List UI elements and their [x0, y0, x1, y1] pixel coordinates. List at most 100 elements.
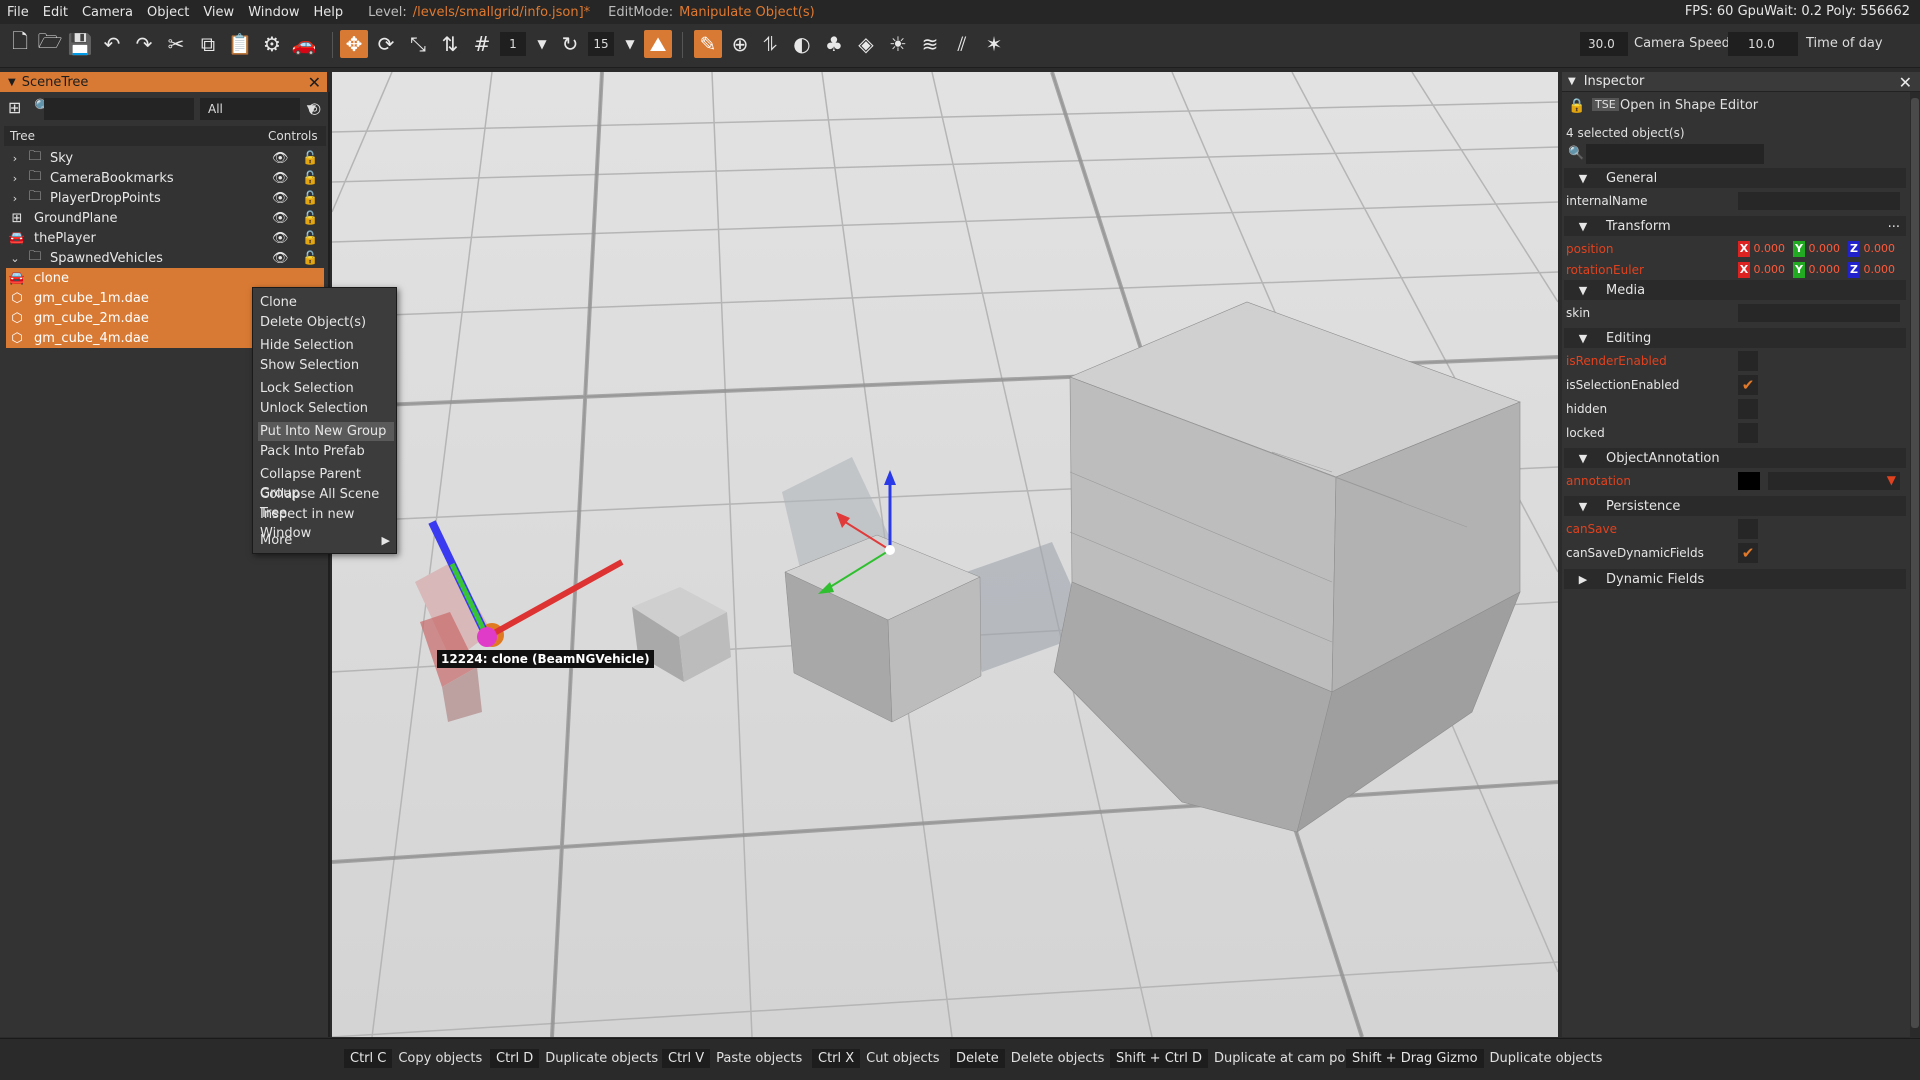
annotation-dropdown[interactable]: ▼ — [1768, 472, 1900, 490]
position-y[interactable]: Y 0.000 — [1793, 241, 1840, 257]
cansave-checkbox[interactable] — [1738, 519, 1758, 539]
settings-gear-icon[interactable]: ⚙ — [258, 30, 286, 58]
section-persistence[interactable]: ▼ Persistence — [1564, 496, 1906, 516]
lock-icon[interactable]: 🔓 — [302, 211, 318, 226]
chevron-down-icon[interactable]: ▼ — [528, 30, 556, 58]
eye-icon[interactable]: 👁 — [272, 191, 289, 206]
vehicle-icon[interactable]: 🚗 — [290, 30, 318, 58]
tree-item-sky[interactable]: › 🗀 Sky 👁 🔓 — [6, 148, 324, 168]
expand-arrow-icon[interactable]: › — [6, 172, 24, 185]
expand-arrow-icon[interactable]: › — [6, 152, 24, 165]
copy-icon[interactable]: ⧉ — [194, 30, 222, 58]
rotation-y[interactable]: Y 0.000 — [1793, 262, 1840, 278]
inspector-scrollbar[interactable] — [1910, 92, 1920, 1037]
translate-gizmo-icon[interactable]: ✥ — [340, 30, 368, 58]
rotation-z[interactable]: Z 0.000 — [1848, 262, 1895, 278]
scenetree-filter-select[interactable]: All ▼ — [200, 98, 316, 120]
pencil-icon[interactable]: ✎ — [694, 30, 722, 58]
scenetree-search-input[interactable] — [44, 98, 194, 120]
close-icon[interactable]: ✕ — [1899, 73, 1912, 92]
eye-icon[interactable]: 👁 — [272, 251, 289, 266]
add-object-icon[interactable]: ⊕ — [726, 30, 754, 58]
collapse-triangle-icon[interactable]: ▼ — [8, 77, 16, 88]
radar-icon[interactable]: ◎ — [308, 99, 321, 117]
scenetree-header[interactable]: ▼ SceneTree ✕ — [0, 72, 327, 92]
cansavedynamicfields-checkbox[interactable]: ✔ — [1738, 543, 1758, 563]
3d-viewport[interactable]: 12224: clone (BeamNGVehicle) — [332, 72, 1558, 1037]
tree-item-clone[interactable]: 🚘 clone — [6, 268, 324, 288]
annotation-color-swatch[interactable] — [1738, 472, 1760, 490]
menu-camera[interactable]: Camera — [75, 5, 140, 20]
menu-unlock-selection[interactable]: Unlock Selection — [258, 399, 394, 418]
navmesh-icon[interactable]: ✶ — [980, 30, 1008, 58]
tree-item-theplayer[interactable]: 🚘 thePlayer 👁 🔓 — [6, 228, 324, 248]
menu-pack-into-prefab[interactable]: Pack Into Prefab — [258, 442, 394, 461]
section-dynamic-fields[interactable]: ▶ Dynamic Fields — [1564, 569, 1906, 589]
eye-icon[interactable]: 👁 — [272, 231, 289, 246]
menu-inspect-new-window[interactable]: Inspect in new Window — [258, 505, 394, 541]
save-icon[interactable]: 💾 — [66, 30, 94, 58]
undo-icon[interactable]: ↶ — [98, 30, 126, 58]
rotate-gizmo-icon[interactable]: ⟳ — [372, 30, 400, 58]
expand-arrow-icon[interactable]: › — [6, 192, 24, 205]
menu-object[interactable]: Object — [140, 5, 196, 20]
camera-speed-field[interactable]: 30.0 — [1580, 32, 1628, 56]
rotation-x[interactable]: X 0.000 — [1738, 262, 1785, 278]
add-group-icon[interactable]: ⊞ — [8, 98, 21, 117]
road-tool-icon[interactable]: ⥮ — [756, 30, 784, 58]
inspector-search-input[interactable] — [1586, 144, 1764, 164]
ellipsis-button[interactable]: ... — [1888, 216, 1900, 231]
menu-help[interactable]: Help — [306, 5, 350, 20]
open-folder-icon[interactable]: 🗁 — [36, 29, 64, 58]
isrenderenabled-checkbox[interactable] — [1738, 351, 1758, 371]
cut-icon[interactable]: ✂ — [162, 30, 190, 58]
open-shape-editor-button[interactable]: Open in Shape Editor — [1620, 98, 1758, 113]
inspector-header[interactable]: ▼ Inspector ✕ — [1562, 72, 1920, 92]
terrain-snap-icon[interactable]: ⛰ — [644, 30, 672, 58]
lock-icon[interactable]: 🔓 — [302, 231, 318, 246]
menu-lock-selection[interactable]: Lock Selection — [258, 379, 394, 398]
align-icon[interactable]: ⇅ — [436, 30, 464, 58]
tree-item-camerabookmarks[interactable]: › 🗀 CameraBookmarks 👁 🔓 — [6, 168, 324, 188]
menu-show-selection[interactable]: Show Selection — [258, 356, 394, 375]
section-media[interactable]: ▼ Media — [1564, 280, 1906, 300]
menu-view[interactable]: View — [196, 5, 241, 20]
redo-icon[interactable]: ↷ — [130, 30, 158, 58]
locked-checkbox[interactable] — [1738, 423, 1758, 443]
lock-icon[interactable]: 🔓 — [302, 191, 318, 206]
menu-window[interactable]: Window — [241, 5, 306, 20]
collapse-triangle-icon[interactable]: ▼ — [1568, 76, 1576, 87]
shape-editor-icon[interactable]: TSE — [1592, 98, 1619, 111]
forest-icon[interactable]: ♣ — [820, 30, 848, 58]
menu-more[interactable]: More ▶ — [258, 531, 394, 550]
tree-item-groundplane[interactable]: ⊞ GroundPlane 👁 🔓 — [6, 208, 324, 228]
section-transform[interactable]: ▼ Transform ... — [1564, 216, 1906, 236]
isselectionenabled-checkbox[interactable]: ✔ — [1738, 375, 1758, 395]
river-icon[interactable]: ≋ — [916, 30, 944, 58]
menu-edit[interactable]: Edit — [36, 5, 75, 20]
scale-gizmo-icon[interactable]: ⤡ — [404, 30, 432, 58]
eye-icon[interactable]: 👁 — [272, 151, 289, 166]
lock-icon[interactable]: 🔓 — [302, 251, 318, 266]
section-general[interactable]: ▼ General — [1564, 168, 1906, 188]
paste-icon[interactable]: 📋 — [226, 30, 254, 58]
position-z[interactable]: Z 0.000 — [1848, 241, 1895, 257]
menu-collapse-all-scene-tree[interactable]: Collapse All Scene Tree — [258, 485, 394, 521]
menu-hide-selection[interactable]: Hide Selection — [258, 336, 394, 355]
terrain-paint-icon[interactable]: ◐ — [788, 30, 816, 58]
skin-field[interactable] — [1738, 304, 1900, 322]
close-icon[interactable]: ✕ — [308, 73, 321, 92]
position-x[interactable]: X 0.000 — [1738, 241, 1785, 257]
tree-item-playerdroppoints[interactable]: › 🗀 PlayerDropPoints 👁 🔓 — [6, 188, 324, 208]
section-editing[interactable]: ▼ Editing — [1564, 328, 1906, 348]
rotation-snap-value[interactable]: 15 — [588, 32, 614, 56]
menu-file[interactable]: File — [0, 5, 36, 20]
lock-icon[interactable]: 🔒 — [1568, 98, 1585, 114]
grid-snap-value[interactable]: 1 — [500, 32, 526, 56]
expand-arrow-icon[interactable]: ⌄ — [6, 252, 24, 265]
chevron-down-icon[interactable]: ▼ — [616, 30, 644, 58]
menu-collapse-parent-group[interactable]: Collapse Parent Group — [258, 465, 394, 501]
internalname-field[interactable] — [1738, 192, 1900, 210]
menu-delete-objects[interactable]: Delete Object(s) — [258, 313, 394, 332]
time-of-day-field[interactable]: 10.0 — [1728, 32, 1798, 56]
